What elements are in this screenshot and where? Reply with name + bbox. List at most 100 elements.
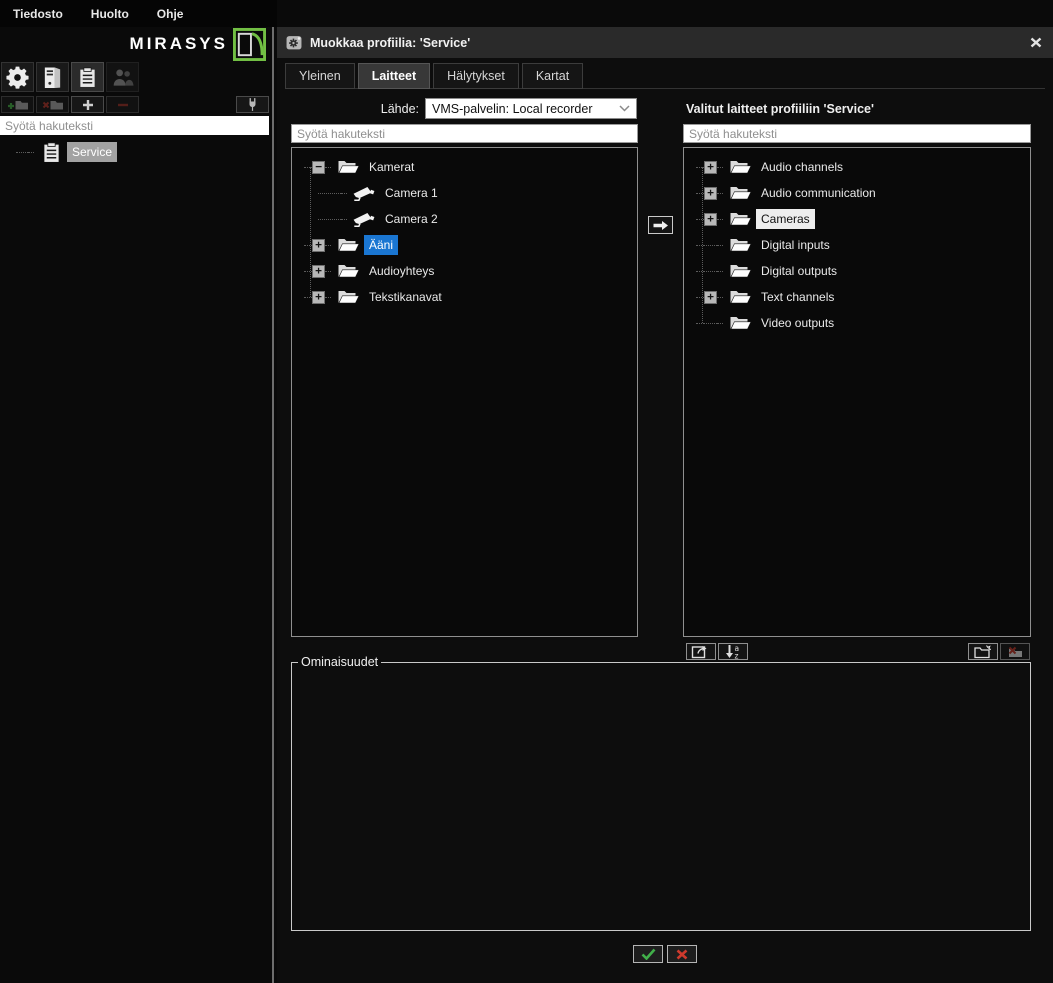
menu-tiedosto[interactable]: Tiedosto — [13, 7, 63, 21]
camera-icon — [351, 185, 377, 202]
dialog-title: Muokkaa profiilia: 'Service' — [310, 36, 470, 50]
tree-item-audio-channels[interactable]: + Audio channels — [696, 154, 1030, 180]
tree-guide-line — [702, 167, 703, 323]
cancel-button[interactable] — [667, 945, 697, 963]
mirasys-logo-icon — [233, 28, 266, 61]
connect-button[interactable] — [236, 96, 269, 113]
device-search-input[interactable] — [291, 124, 638, 143]
tree-item-label: Ääni — [364, 235, 398, 255]
users-icon — [111, 66, 134, 89]
tab-bar: Yleinen Laitteet Hälytykset Kartat — [285, 63, 583, 89]
sidebar-search-input[interactable] — [0, 116, 269, 135]
tree-item-label: Audio channels — [756, 157, 848, 177]
remove-button[interactable] — [106, 96, 139, 113]
remove-profile-button[interactable] — [36, 96, 69, 113]
folder-icon — [727, 159, 753, 175]
tree-item-label: Audio communication — [756, 183, 881, 203]
tree-item-text-channels[interactable]: + Text channels — [696, 284, 1030, 310]
tree-item-cameras[interactable]: + Cameras — [696, 206, 1030, 232]
clipboard-icon — [38, 142, 64, 163]
expand-icon[interactable]: + — [704, 187, 717, 200]
add-to-profile-button[interactable] — [648, 216, 673, 234]
expand-icon[interactable]: + — [312, 265, 325, 278]
folder-icon — [335, 237, 361, 253]
tree-item-service[interactable]: Service — [16, 140, 270, 164]
menu-huolto[interactable]: Huolto — [91, 7, 129, 21]
camera-icon — [351, 211, 377, 228]
gear-icon — [5, 65, 30, 90]
plug-icon — [246, 97, 259, 112]
tree-item-label: Tekstikanavat — [364, 287, 447, 307]
arrow-right-icon — [652, 220, 669, 231]
properties-groupbox: Ominaisuudet — [291, 655, 1031, 931]
tree-item-label: Digital inputs — [756, 235, 835, 255]
tree-item-tekstikanavat[interactable]: + Tekstikanavat — [304, 284, 637, 310]
tree-item-label: Video outputs — [756, 313, 839, 333]
dialog-titlebar: Muokkaa profiilia: 'Service' — [277, 27, 1053, 58]
properties-label: Ominaisuudet — [298, 655, 381, 669]
folder-icon — [727, 289, 753, 305]
system-settings-button[interactable] — [1, 62, 34, 92]
clipboard-icon — [79, 67, 96, 88]
tree-item-label: Camera 1 — [380, 183, 443, 203]
tab-yleinen[interactable]: Yleinen — [285, 63, 355, 89]
check-icon — [641, 948, 656, 960]
tree-item-label: Cameras — [756, 209, 815, 229]
tree-item-label: Camera 2 — [380, 209, 443, 229]
tree-item-label: Audioyhteys — [364, 261, 439, 281]
tree-item-kamerat[interactable]: − Kamerat — [304, 154, 637, 180]
menubar: Tiedosto Huolto Ohje — [0, 0, 277, 27]
collapse-icon[interactable]: − — [312, 161, 325, 174]
tree-item-label: Text channels — [756, 287, 839, 307]
folder-icon — [727, 315, 753, 331]
menu-ohje[interactable]: Ohje — [157, 7, 184, 21]
tree-item-audio-communication[interactable]: + Audio communication — [696, 180, 1030, 206]
add-button[interactable] — [71, 96, 104, 113]
sidebar-toolbar-secondary — [1, 96, 269, 113]
tree-item-ni[interactable]: + Ääni — [304, 232, 637, 258]
close-icon[interactable] — [1028, 35, 1044, 50]
tree-item-label: Service — [67, 142, 117, 162]
plus-icon — [81, 99, 95, 111]
source-select[interactable]: VMS-palvelin: Local recorder — [425, 98, 637, 119]
chevron-down-icon — [619, 105, 630, 112]
expand-icon[interactable]: + — [312, 239, 325, 252]
brand: MIRASYS — [0, 26, 270, 62]
folder-add-icon — [7, 98, 29, 111]
brand-name: MIRASYS — [130, 34, 228, 54]
tab-kartat[interactable]: Kartat — [522, 63, 583, 89]
dialog-action-row — [277, 945, 1053, 963]
cancel-x-icon — [676, 949, 688, 960]
expand-icon[interactable]: + — [704, 161, 717, 174]
selected-devices-title: Valitut laitteet profiiliin 'Service' — [686, 102, 874, 116]
tab-laitteet[interactable]: Laitteet — [358, 63, 430, 89]
tree-item-digital-outputs[interactable]: Digital outputs — [696, 258, 1030, 284]
add-profile-button[interactable] — [1, 96, 34, 113]
tree-item-video-outputs[interactable]: Video outputs — [696, 310, 1030, 336]
vms-servers-button[interactable] — [36, 62, 69, 92]
folder-icon — [727, 185, 753, 201]
source-select-value: VMS-palvelin: Local recorder — [432, 102, 593, 116]
tree-item-label: Kamerat — [364, 157, 419, 177]
minus-icon — [116, 99, 130, 111]
tab-halytykset[interactable]: Hälytykset — [433, 63, 519, 89]
tree-guide-line — [310, 167, 311, 297]
tree-item-digital-inputs[interactable]: Digital inputs — [696, 232, 1030, 258]
folder-icon — [727, 263, 753, 279]
profile-gear-icon — [286, 35, 302, 50]
folder-icon — [727, 237, 753, 253]
users-button[interactable] — [106, 62, 139, 92]
source-label: Lähde: — [277, 102, 419, 116]
expand-icon[interactable]: + — [704, 213, 717, 226]
expand-icon[interactable]: + — [704, 291, 717, 304]
tree-item-label: Digital outputs — [756, 261, 842, 281]
expand-icon[interactable]: + — [312, 291, 325, 304]
tree-item-camera-2[interactable]: Camera 2 — [304, 206, 637, 232]
tree-item-camera-1[interactable]: Camera 1 — [304, 180, 637, 206]
selected-device-search-input[interactable] — [683, 124, 1031, 143]
ok-button[interactable] — [633, 945, 663, 963]
profiles-button[interactable] — [71, 62, 104, 92]
folder-icon — [727, 211, 753, 227]
sidebar-divider — [272, 27, 274, 983]
tree-item-audioyhteys[interactable]: + Audioyhteys — [304, 258, 637, 284]
